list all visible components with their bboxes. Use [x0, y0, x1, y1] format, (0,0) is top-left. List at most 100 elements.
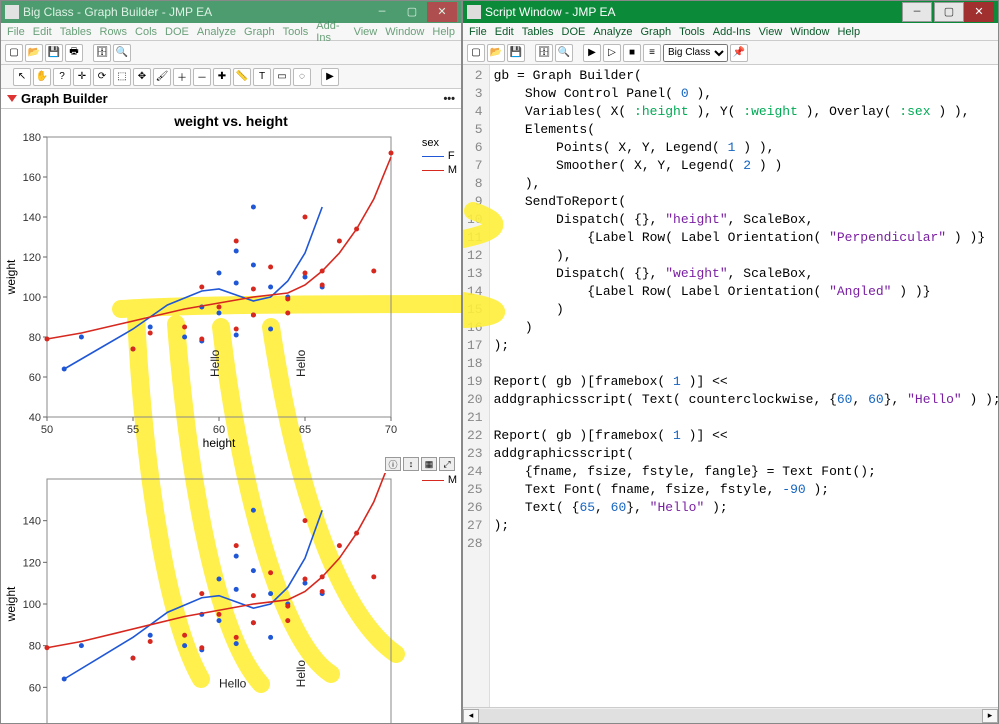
code-line[interactable] [494, 409, 994, 427]
code-line[interactable]: Report( gb )[framebox( 1 )] << [494, 373, 994, 391]
menu-tools[interactable]: Tools [679, 26, 705, 38]
hand-icon[interactable]: ✋ [33, 68, 51, 86]
format-icon[interactable]: ≡ [643, 44, 661, 62]
brush-icon[interactable]: 🖌 [153, 68, 171, 86]
file-new-icon[interactable]: ▢ [467, 44, 485, 62]
zoom-box-icon[interactable]: ⬚ [113, 68, 131, 86]
code-line[interactable]: gb = Graph Builder( [494, 67, 994, 85]
left-titlebar[interactable]: Big Class - Graph Builder - JMP EA — ▢ ✕ [1, 1, 461, 23]
menu-graph[interactable]: Graph [640, 26, 671, 38]
play-icon[interactable]: ▶ [321, 68, 339, 86]
code-line[interactable]: Dispatch( {}, "height", ScaleBox, [494, 211, 994, 229]
graph-builder-header[interactable]: Graph Builder ••• [1, 89, 461, 109]
code-line[interactable]: Text Font( fname, fsize, fstyle, -90 ); [494, 481, 994, 499]
file-open-icon[interactable]: 📂 [25, 44, 43, 62]
text-icon[interactable]: T [253, 68, 271, 86]
code-line[interactable]: Report( gb )[framebox( 1 )] << [494, 427, 994, 445]
menu-add-ins[interactable]: Add-Ins [713, 26, 751, 38]
menu-tools[interactable]: Tools [283, 26, 309, 38]
lasso-icon[interactable]: ◌ [293, 68, 311, 86]
legend-item-f[interactable]: F [422, 149, 457, 163]
legend-item-m[interactable]: M [422, 163, 457, 177]
code-line[interactable]: {Label Row( Label Orientation( "Perpendi… [494, 229, 994, 247]
menu-window[interactable]: Window [790, 26, 829, 38]
code-line[interactable]: Show Control Panel( 0 ), [494, 85, 994, 103]
menu-help[interactable]: Help [432, 26, 455, 38]
expand-icon[interactable]: ⤢ [439, 457, 455, 471]
zoom-out-icon[interactable]: － [193, 68, 211, 86]
file-open-icon[interactable]: 📂 [487, 44, 505, 62]
info-icon[interactable]: ⓘ [385, 457, 401, 471]
menu-edit[interactable]: Edit [33, 26, 52, 38]
code-line[interactable]: {fname, fsize, fstyle, fangle} = Text Fo… [494, 463, 994, 481]
minimize-button[interactable]: — [367, 2, 397, 22]
code-area[interactable]: gb = Graph Builder( Show Control Panel( … [490, 65, 998, 707]
help-icon[interactable]: ? [53, 68, 71, 86]
code-line[interactable]: ), [494, 247, 994, 265]
ruler-icon[interactable]: 📏 [233, 68, 251, 86]
code-line[interactable]: ), [494, 175, 994, 193]
code-line[interactable]: SendToReport( [494, 193, 994, 211]
code-line[interactable]: ); [494, 337, 994, 355]
cursor-icon[interactable]: ↖ [13, 68, 31, 86]
code-line[interactable]: Variables( X( :height ), Y( :weight ), O… [494, 103, 994, 121]
add-icon[interactable]: ✚ [213, 68, 231, 86]
print-icon[interactable]: 🖶 [65, 44, 83, 62]
grid-icon[interactable]: ▦ [421, 457, 437, 471]
menu-doe[interactable]: DOE [562, 26, 586, 38]
search-icon[interactable]: 🔍 [113, 44, 131, 62]
code-line[interactable] [494, 535, 994, 553]
db-icon[interactable]: 🗄 [93, 44, 111, 62]
menu-cols[interactable]: Cols [135, 26, 157, 38]
chart-1-plot[interactable]: 4060801001201401601805055606570heightwei… [1, 131, 401, 451]
code-line[interactable]: ) [494, 301, 994, 319]
menu-tables[interactable]: Tables [60, 26, 92, 38]
scroll-track[interactable] [479, 709, 982, 723]
code-line[interactable]: ) [494, 319, 994, 337]
menu-view[interactable]: View [354, 26, 378, 38]
crosshair-icon[interactable]: ✛ [73, 68, 91, 86]
run-sel-icon[interactable]: ▷ [603, 44, 621, 62]
pin-icon[interactable]: 📌 [730, 44, 748, 62]
horizontal-scrollbar[interactable]: ◂ ▸ [463, 707, 998, 723]
menu-help[interactable]: Help [837, 26, 860, 38]
grab-icon[interactable]: ✥ [133, 68, 151, 86]
menu-window[interactable]: Window [385, 26, 424, 38]
file-new-icon[interactable]: ▢ [5, 44, 23, 62]
stop-icon[interactable]: ■ [623, 44, 641, 62]
menu-rows[interactable]: Rows [100, 26, 128, 38]
menu-view[interactable]: View [759, 26, 783, 38]
code-line[interactable]: Smoother( X, Y, Legend( 2 ) ) [494, 157, 994, 175]
menu-file[interactable]: File [469, 26, 487, 38]
close-button[interactable]: ✕ [964, 2, 994, 22]
close-button[interactable]: ✕ [427, 2, 457, 22]
menu-analyze[interactable]: Analyze [593, 26, 632, 38]
code-line[interactable]: addgraphicsscript( [494, 445, 994, 463]
menu-edit[interactable]: Edit [495, 26, 514, 38]
code-line[interactable]: Points( X, Y, Legend( 1 ) ), [494, 139, 994, 157]
chart-2-plot[interactable]: 4060801001201405055606570heightweightHel… [1, 473, 401, 723]
code-line[interactable]: addgraphicsscript( Text( counterclockwis… [494, 391, 994, 409]
code-line[interactable]: Dispatch( {}, "weight", ScaleBox, [494, 265, 994, 283]
menu-doe[interactable]: DOE [165, 26, 189, 38]
menu-add-ins[interactable]: Add-Ins [316, 20, 345, 44]
code-editor[interactable]: 2345678910111213141516171819202122232425… [463, 65, 998, 707]
scroll-right-icon[interactable]: ▸ [982, 709, 998, 723]
axis-icon[interactable]: ↕ [403, 457, 419, 471]
search-icon[interactable]: 🔍 [555, 44, 573, 62]
minimize-button[interactable]: — [902, 2, 932, 22]
rect-icon[interactable]: ▭ [273, 68, 291, 86]
right-titlebar[interactable]: Script Window - JMP EA — ▢ ✕ [463, 1, 998, 23]
menu-graph[interactable]: Graph [244, 26, 275, 38]
menu-analyze[interactable]: Analyze [197, 26, 236, 38]
menu-tables[interactable]: Tables [522, 26, 554, 38]
code-line[interactable]: ); [494, 517, 994, 535]
code-line[interactable]: {Label Row( Label Orientation( "Angled" … [494, 283, 994, 301]
legend-item-m-2[interactable]: M [422, 473, 457, 487]
more-icon[interactable]: ••• [443, 93, 455, 105]
code-line[interactable]: Text( {65, 60}, "Hello" ); [494, 499, 994, 517]
code-line[interactable]: Elements( [494, 121, 994, 139]
run-icon[interactable]: ▶ [583, 44, 601, 62]
zoom-in-icon[interactable]: ＋ [173, 68, 191, 86]
rotate-icon[interactable]: ⟳ [93, 68, 111, 86]
